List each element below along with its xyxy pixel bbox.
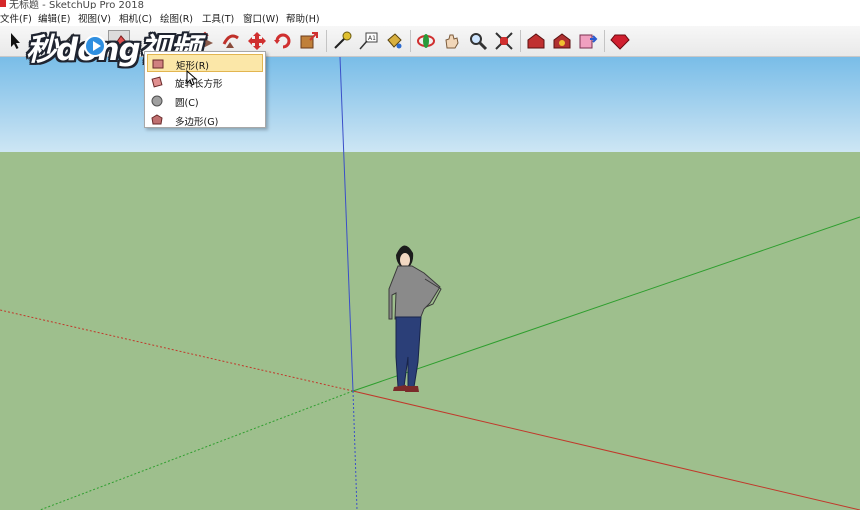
red-axis-positive [352, 390, 860, 510]
menu-item-circle[interactable]: 圆(C) [147, 92, 263, 110]
scale-icon[interactable] [298, 30, 320, 52]
rotate-icon[interactable] [272, 30, 294, 52]
window-title: 无标题 - SketchUp Pro 2018 [9, 0, 144, 9]
svg-text:A1: A1 [368, 35, 376, 42]
menu-camera[interactable]: 相机(C) [119, 11, 152, 25]
blue-axis-positive [339, 57, 354, 392]
mouse-cursor-icon [186, 70, 198, 86]
menu-item-rectangle[interactable]: 矩形(R) [147, 54, 263, 72]
polygon-icon [151, 114, 163, 126]
menu-item-label: 旋转长方形 [175, 79, 223, 90]
menu-view[interactable]: 视图(V) [78, 11, 111, 25]
extension-warehouse-icon[interactable] [551, 30, 573, 52]
red-axis-negative [0, 309, 354, 392]
menu-item-polygon[interactable]: 多边形(G) [147, 111, 263, 129]
send-to-layout-icon[interactable] [577, 30, 599, 52]
paint-bucket-icon[interactable] [383, 30, 405, 52]
scale-figure-person [388, 245, 442, 392]
warehouse-icon[interactable] [525, 30, 547, 52]
menu-draw[interactable]: 绘图(R) [160, 11, 193, 25]
blue-axis-negative [352, 390, 358, 510]
ruby-console-icon[interactable] [609, 30, 631, 52]
rotated-rectangle-icon [151, 76, 163, 88]
pan-hand-icon[interactable] [441, 30, 463, 52]
menu-help[interactable]: 帮助(H) [286, 11, 320, 25]
rectangle-icon [152, 58, 164, 70]
move-icon[interactable] [246, 30, 268, 52]
scene-axes [0, 57, 860, 510]
menu-edit[interactable]: 编辑(E) [38, 11, 70, 25]
title-bar: 无标题 - SketchUp Pro 2018 [0, 0, 860, 9]
circle-icon [151, 95, 163, 107]
zoom-extents-icon[interactable] [493, 30, 515, 52]
menu-file[interactable]: 文件(F) [0, 11, 32, 25]
select-arrow-icon[interactable] [4, 30, 26, 52]
menu-item-label: 圆(C) [175, 98, 199, 109]
menu-item-label: 多边形(G) [175, 117, 219, 128]
text-label-icon[interactable]: A1 [357, 30, 379, 52]
zoom-icon[interactable] [467, 30, 489, 52]
menu-tools[interactable]: 工具(T) [202, 11, 234, 25]
green-axis-negative [39, 390, 354, 510]
shape-tools-dropdown: 矩形(R) 旋转长方形 圆(C) 多边形(G) [144, 51, 266, 128]
play-icon [84, 35, 106, 57]
menu-item-rotated-rectangle[interactable]: 旋转长方形 [147, 73, 263, 91]
orbit-icon[interactable] [415, 30, 437, 52]
tape-measure-icon[interactable] [331, 30, 353, 52]
menu-window[interactable]: 窗口(W) [243, 11, 279, 25]
3d-viewport[interactable] [0, 57, 860, 510]
follow-me-icon[interactable] [220, 30, 242, 52]
sketchup-app-icon [0, 0, 6, 7]
